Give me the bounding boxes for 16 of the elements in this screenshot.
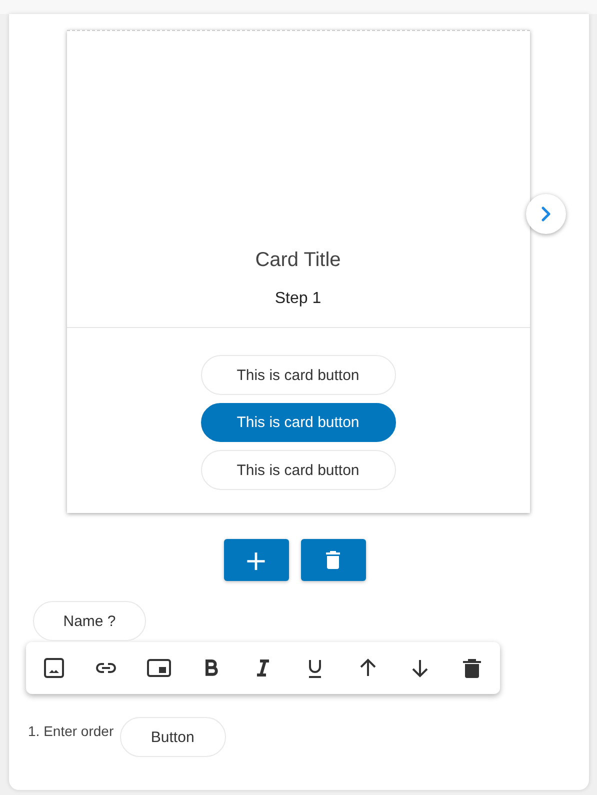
add-button[interactable]: + (224, 539, 288, 581)
trash-icon (326, 551, 340, 569)
card-button[interactable]: This is card button (200, 403, 396, 442)
card-title: Card Title (255, 249, 341, 272)
trash-icon (460, 656, 484, 680)
order-label: 1. Enter order (28, 722, 114, 739)
card-subtitle: Step 1 (274, 290, 322, 308)
card-button[interactable]: This is card button (200, 355, 396, 395)
delete-button[interactable] (300, 539, 366, 581)
next-button[interactable] (526, 194, 566, 234)
chevron-right-icon (540, 206, 552, 222)
image-icon (42, 656, 66, 680)
embed-icon (146, 656, 170, 680)
order-button[interactable]: Button (120, 717, 226, 757)
card-button[interactable]: This is card button (200, 450, 396, 490)
name-chip[interactable]: Name ? (33, 601, 146, 641)
